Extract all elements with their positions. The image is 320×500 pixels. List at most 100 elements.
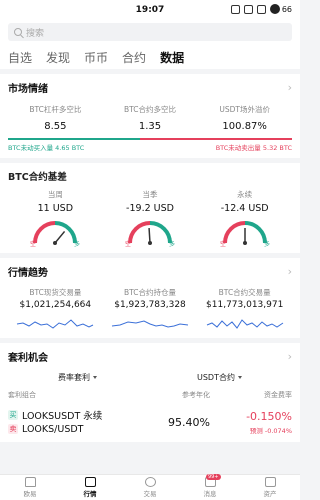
status-bar: 19:07 66 [0, 0, 300, 20]
home-icon [24, 477, 36, 487]
ratio-value: 8.55 [44, 121, 67, 132]
trend-open-interest[interactable]: BTC合约持仓量 $1,923,783,328 [103, 287, 198, 332]
gauge-label: 永续 [237, 190, 253, 199]
nav-label: 欧易 [23, 490, 37, 498]
arbitrage-card[interactable]: 套利机会 › 费率套利 USDT合约 套利组合 参考年化 资金费率 买 LOOK… [0, 343, 300, 442]
arbitrage-row[interactable]: 买 LOOKSUSDT 永续 卖 LOOKS/USDT 95.40% -0.15… [8, 408, 292, 436]
trend-value: $11,773,013,971 [206, 300, 284, 310]
tab-discover[interactable]: 发现 [46, 49, 70, 66]
gauge-short-label: 空 [30, 240, 36, 247]
caret-down-icon [93, 376, 97, 379]
gauge-arc [222, 221, 245, 244]
ratio-contract[interactable]: BTC合约多空比 1.35 [103, 104, 198, 132]
tab-data[interactable]: 数据 [160, 49, 184, 66]
apr-value: 95.40% [168, 415, 210, 429]
flow-bar [8, 138, 292, 140]
sparkline [111, 320, 189, 328]
trend-card[interactable]: 行情趋势 › BTC现货交易量 $1,021,254,664 BTC合约持仓量 … [0, 258, 300, 338]
wallet-icon [264, 477, 276, 487]
market-sentiment-title: 市场情绪 [8, 84, 48, 95]
sparkline [17, 319, 94, 329]
contract-type-dropdown[interactable]: USDT合约 [197, 372, 242, 383]
wifi-icon [256, 4, 266, 14]
gauge-label: 当季 [142, 190, 158, 199]
bottom-nav: 欧易 行情 交易 99+ 消息 资产 [0, 474, 300, 500]
ratio-label: USDT场外溢价 [219, 105, 270, 114]
message-icon: 99+ [204, 474, 221, 487]
gauge-needle [148, 227, 151, 244]
gauge-label: 当周 [47, 190, 63, 199]
caret-down-icon [237, 376, 242, 379]
nav-assets[interactable]: 资产 [240, 475, 300, 500]
gauge-value: -12.4 USD [220, 203, 269, 214]
nav-messages[interactable]: 99+ 消息 [180, 474, 240, 500]
ratio-usdt-premium[interactable]: USDT场外溢价 100.87% [197, 104, 292, 132]
gauge-value: 11 USD [37, 203, 74, 214]
gauge-pivot [53, 241, 58, 245]
predicted-rate: 预测 -0.074% [249, 426, 292, 435]
trend-label: BTC合约持仓量 [123, 288, 177, 297]
nav-label: 交易 [143, 490, 157, 498]
search-placeholder: 搜索 [26, 28, 45, 39]
funding-arb-label: 费率套利 [58, 373, 90, 382]
funding-rate-value: -0.150% [246, 409, 292, 423]
chevron-right-icon[interactable]: › [288, 265, 292, 278]
flow-out-label: BTC未动卖出量 5.32 BTC [215, 144, 292, 152]
funding-arb-dropdown[interactable]: 费率套利 [58, 372, 97, 383]
chart-icon [84, 477, 96, 487]
search-icon [14, 28, 22, 36]
flow-in-label: BTC未动买入量 4.65 BTC [8, 144, 85, 152]
status-icons: 66 [230, 4, 292, 14]
chevron-right-icon[interactable]: › [288, 81, 292, 94]
market-sentiment-card[interactable]: 市场情绪 › BTC杠杆多空比 8.55 BTC合约多空比 1.35 USDT场… [0, 74, 300, 158]
sell-tag: 卖 [8, 424, 18, 434]
nav-label: 行情 [83, 490, 97, 498]
gauge-weekly[interactable]: 当周 11 USD 空多 [8, 189, 103, 247]
trend-contract-volume[interactable]: BTC合约交易量 $11,773,013,971 [197, 287, 292, 332]
gauge-arc [33, 221, 56, 244]
battery-level: 66 [281, 4, 292, 14]
tab-contract[interactable]: 合约 [122, 49, 146, 66]
ratio-margin[interactable]: BTC杠杆多空比 8.55 [8, 104, 103, 132]
ratio-label: BTC杠杆多空比 [29, 105, 82, 114]
ratio-value: 100.87% [222, 121, 267, 132]
col-combo: 套利组合 [8, 391, 36, 399]
basis-card[interactable]: BTC合约基差 当周 11 USD 空多 当季 -19.2 USD 空多 永续 … [0, 163, 300, 253]
vibrate-icon [230, 4, 240, 14]
gauge-long-label: 多 [74, 240, 80, 247]
col-apr[interactable]: 参考年化 [128, 390, 210, 400]
gauge-short-label: 空 [220, 240, 226, 247]
chevron-right-icon[interactable]: › [288, 350, 292, 363]
trend-value: $1,021,254,664 [19, 300, 92, 310]
nav-trade[interactable]: 交易 [120, 475, 180, 500]
trend-label: BTC现货交易量 [29, 288, 82, 297]
gauge-value: -19.2 USD [126, 203, 174, 214]
alarm-icon [243, 4, 253, 14]
gauge-perpetual[interactable]: 永续 -12.4 USD 空 多 [197, 189, 292, 247]
search-input[interactable]: 搜索 [8, 23, 292, 41]
gauge-needle [54, 230, 66, 244]
flow-in-bar [8, 138, 141, 140]
battery-icon: 66 [269, 4, 292, 14]
gauge-quarterly[interactable]: 当季 -19.2 USD 空多 [103, 189, 198, 247]
gauge-dial: 空多 [30, 221, 80, 247]
flow-out-bar [140, 138, 292, 140]
trade-icon [144, 477, 156, 487]
ratio-label: BTC合约多空比 [123, 105, 177, 114]
gauge-dial: 空多 [125, 221, 175, 247]
gauge-long-label: 多 [264, 240, 270, 247]
gauge-long-label: 多 [169, 240, 175, 247]
search-row: 搜索 [0, 20, 300, 45]
nav-markets[interactable]: 行情 [60, 475, 120, 500]
pair-perpetual: LOOKSUSDT 永续 [22, 411, 103, 422]
col-funding-rate[interactable]: 资金费率 [210, 390, 292, 400]
trend-spot-volume[interactable]: BTC现货交易量 $1,021,254,664 [8, 287, 103, 332]
tab-spot[interactable]: 币币 [84, 49, 108, 66]
tab-watchlist[interactable]: 自选 [8, 49, 32, 66]
trend-value: $1,923,783,328 [114, 300, 186, 310]
trend-title: 行情趋势 [8, 268, 48, 279]
contract-type-label: USDT合约 [197, 373, 235, 382]
buy-tag: 买 [8, 410, 18, 420]
nav-home[interactable]: 欧易 [0, 475, 60, 500]
basis-gauges: 当周 11 USD 空多 当季 -19.2 USD 空多 永续 -12.4 US… [8, 189, 292, 247]
